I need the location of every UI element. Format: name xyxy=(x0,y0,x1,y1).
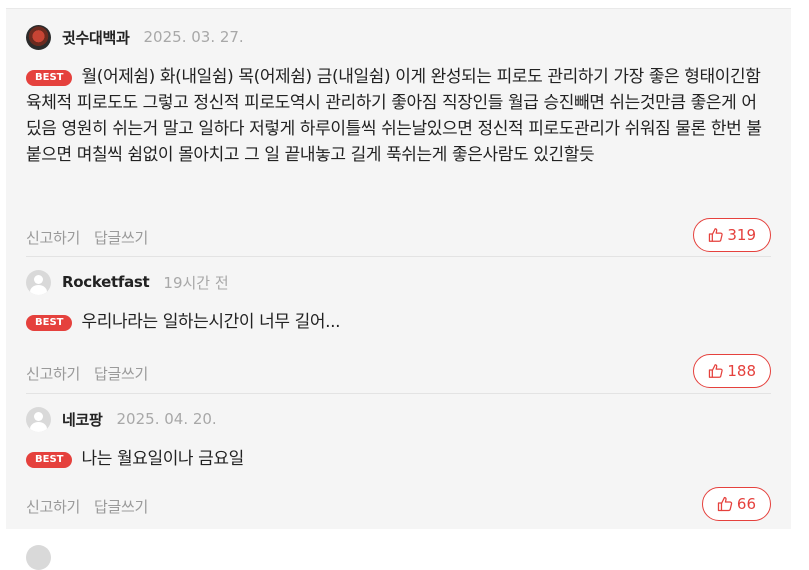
comment-item: Rocketfast 19시간 전 BEST 우리나라는 일하는시간이 너무 길어… xyxy=(26,268,771,392)
comment-author[interactable]: Rocketfast xyxy=(62,273,150,291)
comment-text: 나는 월요일이나 금요일 xyxy=(81,449,244,469)
report-button[interactable]: 신고하기 xyxy=(26,496,80,517)
comment-body: BEST 우리나라는 일하는시간이 너무 길어... xyxy=(26,309,771,335)
like-count: 188 xyxy=(727,362,756,380)
like-button[interactable]: 66 xyxy=(702,487,771,521)
comment-text: 월(어제쉼) 화(내일쉼) 목(어제쉼) 금(내일쉼) 이게 완성되는 피로도 … xyxy=(26,67,762,165)
thumbs-up-icon xyxy=(708,364,723,378)
best-badge: BEST xyxy=(26,70,73,86)
comment-actions: 신고하기 답글쓰기 66 xyxy=(26,487,771,525)
divider xyxy=(26,256,771,257)
thumbs-up-icon xyxy=(708,228,723,242)
best-badge: BEST xyxy=(26,315,73,331)
like-button[interactable]: 188 xyxy=(693,354,771,388)
comment-actions: 신고하기 답글쓰기 319 xyxy=(26,218,771,256)
comment-date: 2025. 03. 27. xyxy=(143,28,244,46)
comment-author[interactable]: 네코팡 xyxy=(62,409,103,430)
reply-button[interactable]: 답글쓰기 xyxy=(94,496,148,517)
default-avatar-icon[interactable] xyxy=(26,269,51,295)
comment-header: 네코팡 2025. 04. 20. xyxy=(26,405,771,433)
best-badge: BEST xyxy=(26,452,73,468)
comment-date: 2025. 04. 20. xyxy=(116,410,217,428)
comment-text: 우리나라는 일하는시간이 너무 길어... xyxy=(81,312,341,332)
comment-actions: 신고하기 답글쓰기 188 xyxy=(26,354,771,392)
like-button[interactable]: 319 xyxy=(693,218,771,252)
default-avatar-icon[interactable] xyxy=(26,406,51,432)
comment-header: 귓수대백과 2025. 03. 27. xyxy=(26,23,771,51)
reply-button[interactable]: 답글쓰기 xyxy=(94,363,148,384)
like-count: 319 xyxy=(727,226,756,244)
comment-list: 귓수대백과 2025. 03. 27. BEST 월(어제쉼) 화(내일쉼) 목(… xyxy=(6,8,791,529)
comment-body: BEST 월(어제쉼) 화(내일쉼) 목(어제쉼) 금(내일쉼) 이게 완성되는 … xyxy=(26,64,771,168)
comment-date: 19시간 전 xyxy=(163,273,229,292)
comment-body: BEST 나는 월요일이나 금요일 xyxy=(26,446,771,472)
comment-header: Rocketfast 19시간 전 xyxy=(26,268,771,296)
comment-item: 귓수대백과 2025. 03. 27. BEST 월(어제쉼) 화(내일쉼) 목(… xyxy=(26,23,771,256)
like-count: 66 xyxy=(736,495,756,513)
report-button[interactable]: 신고하기 xyxy=(26,363,80,384)
reply-button[interactable]: 답글쓰기 xyxy=(94,227,148,248)
divider xyxy=(26,393,771,394)
user-avatar[interactable] xyxy=(26,24,51,50)
default-avatar-icon xyxy=(26,545,51,570)
comment-author[interactable]: 귓수대백과 xyxy=(62,27,130,48)
thumbs-up-icon xyxy=(717,496,733,512)
comment-item: 네코팡 2025. 04. 20. BEST 나는 월요일이나 금요일 신고하기 … xyxy=(26,405,771,525)
report-button[interactable]: 신고하기 xyxy=(26,227,80,248)
